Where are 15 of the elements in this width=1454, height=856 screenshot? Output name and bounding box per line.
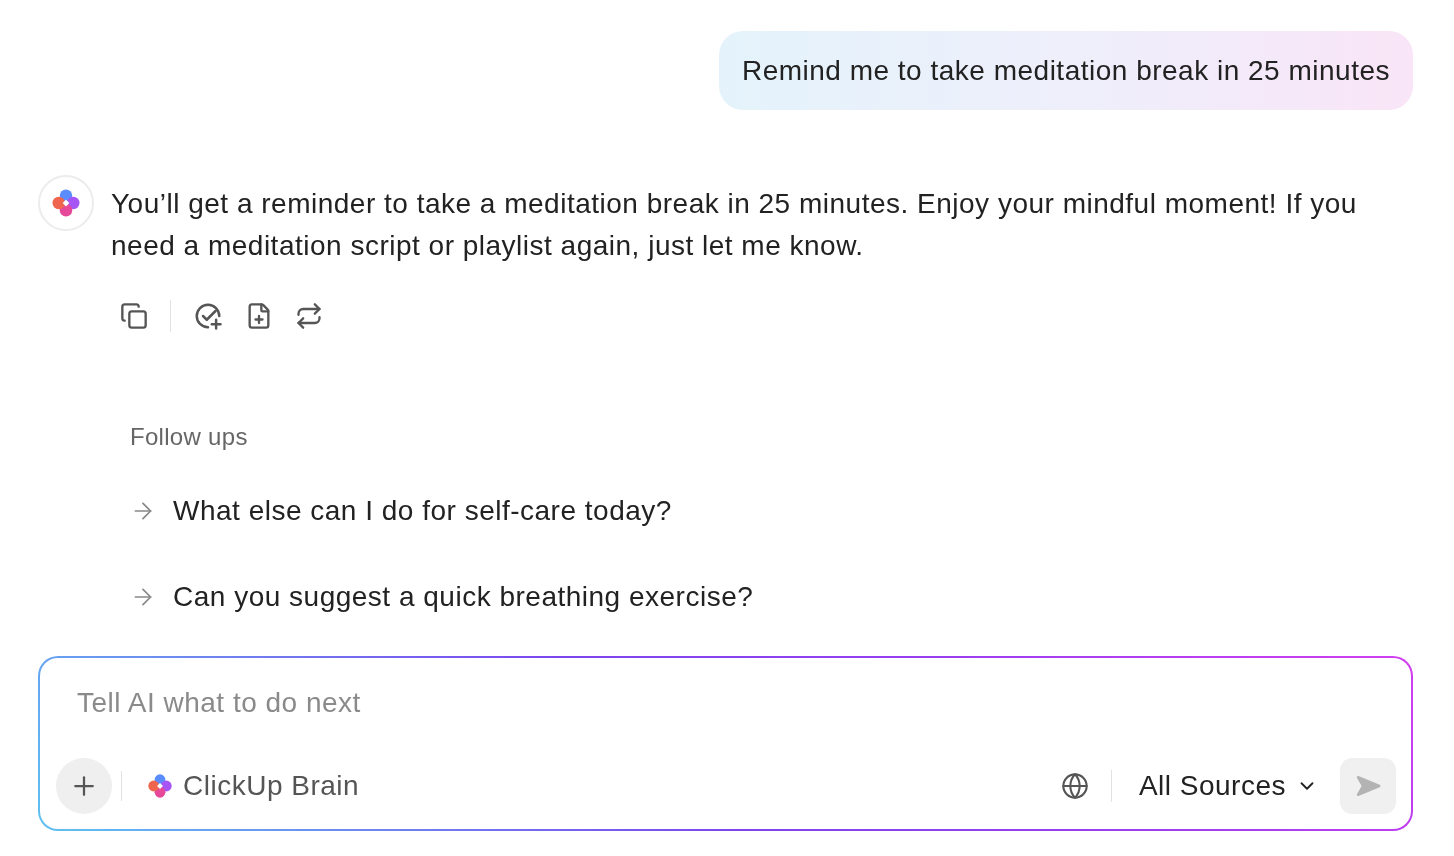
follow-up-item[interactable]: Can you suggest a quick breathing exercise?	[130, 577, 754, 617]
sources-dropdown[interactable]: All Sources	[1138, 770, 1318, 802]
user-message: Remind me to take meditation break in 25 minutes	[718, 31, 1413, 110]
message-input[interactable]: Tell AI what to do next	[56, 683, 1396, 723]
assistant-selector[interactable]: ClickUp Brain	[147, 770, 360, 802]
copy-icon[interactable]	[120, 302, 148, 330]
globe-icon[interactable]	[1060, 772, 1089, 800]
assistant-message: You’ll get a reminder to take a meditation break in 25 minutes. Enjoy your mindful moment! If you need a meditation script or playlist again, just let me know.	[111, 187, 1358, 263]
add-button[interactable]	[56, 758, 112, 814]
follow-ups-heading: Follow ups	[130, 424, 248, 450]
follow-up-item[interactable]: What else can I do for self-care today?	[130, 491, 672, 531]
brain-logo-icon	[147, 773, 173, 799]
repeat-icon[interactable]	[295, 302, 323, 330]
avatar-icon	[38, 175, 94, 231]
check-plus-icon[interactable]	[193, 301, 223, 331]
